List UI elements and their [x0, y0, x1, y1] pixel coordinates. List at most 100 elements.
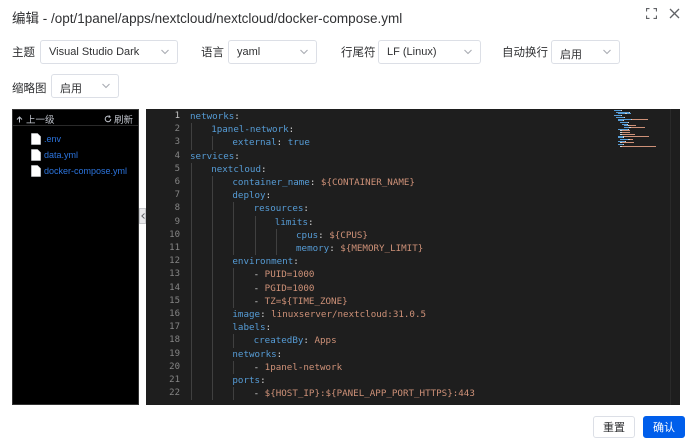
arrow-up-icon [16, 115, 23, 122]
minimap-stroke [632, 118, 648, 120]
editor-scrollbar[interactable] [670, 109, 680, 405]
code-line: image: linuxserver/nextcloud:31.0.5 [232, 308, 426, 321]
indent-guide [191, 321, 192, 335]
indent-guide [212, 321, 214, 335]
theme-value: Visual Studio Dark [49, 46, 140, 58]
parent-dir-label: 上一级 [26, 115, 55, 126]
theme-select[interactable]: Visual Studio Dark [40, 40, 178, 64]
line-number: 12 [169, 256, 180, 267]
code-token: : [288, 124, 295, 136]
eol-select[interactable]: LF (Linux) [378, 40, 481, 64]
file-icon [31, 133, 41, 145]
indent-guide [191, 162, 192, 176]
minimap-stroke [624, 135, 650, 137]
indent-guide [212, 294, 214, 308]
indent-guide [191, 360, 192, 374]
fullscreen-icon[interactable] [643, 5, 659, 21]
code-token: createdBy [253, 335, 304, 347]
file-name: data.yml [44, 150, 79, 160]
code-editor[interactable]: 1 2 3 4 5 6 7 8 9 10 11 12 13 14 15 16 17 18 19 20 21 22 netw… [146, 109, 680, 405]
file-item[interactable]: .env [31, 132, 61, 146]
confirm-button[interactable]: 确认 [643, 416, 685, 438]
code-line: labels: [232, 321, 271, 334]
indent-guide [275, 242, 277, 256]
indent-guide [275, 228, 277, 242]
refresh-button[interactable]: 刷新 [104, 112, 133, 126]
line-number-gutter: 1 2 3 4 5 6 7 8 9 10 11 12 13 14 15 16 17 18 19 20 21 22 [146, 109, 182, 405]
code-line: limits: [275, 216, 314, 229]
code-line: cpus: ${CPUS} [296, 229, 368, 242]
code-token: 1panel-network [211, 124, 289, 136]
file-name: .env [44, 134, 62, 144]
code-token: : [234, 111, 240, 122]
code-token: : [329, 243, 341, 254]
code-token: linuxserver/nextcloud:31.0.5 [271, 309, 427, 320]
line-number: 22 [169, 388, 180, 399]
code-area[interactable]: networks: 1panel-network: external: true se… [190, 109, 610, 405]
code-token: ${CONTAINER_NAME} [320, 177, 415, 188]
line-number: 16 [169, 309, 180, 319]
parent-dir-button[interactable]: 上一级 [16, 112, 55, 126]
reset-button[interactable]: 重置 [593, 416, 635, 438]
refresh-icon [104, 115, 112, 123]
code-token: cpus [296, 229, 319, 241]
code-token: : [260, 309, 272, 320]
wrap-label: 自动换行 [502, 47, 548, 59]
indent-guide [212, 255, 214, 269]
code-token: networks [232, 348, 277, 360]
code-token: TZ=${TIME_ZONE} [264, 295, 348, 307]
indent-guide [191, 387, 192, 401]
code-token: : [309, 177, 321, 188]
indent-guide [254, 215, 256, 229]
minimap-select[interactable]: 启用 [51, 74, 119, 98]
indent-guide [233, 268, 235, 282]
indent-guide [191, 215, 192, 229]
code-token: : [318, 229, 330, 241]
eol-value: LF (Linux) [387, 46, 437, 58]
line-number: 20 [169, 361, 180, 372]
indent-guide [191, 202, 192, 216]
code-token: : [234, 150, 240, 162]
line-number: 9 [174, 216, 180, 227]
language-select[interactable]: yaml [228, 40, 317, 64]
close-icon[interactable] [666, 5, 682, 21]
code-line: - 1panel-network [254, 361, 343, 374]
code-token: : [265, 322, 272, 334]
code-line: environment: [232, 255, 298, 268]
code-line: memory: ${MEMORY_LIMIT} [296, 242, 423, 255]
line-number: 18 [169, 335, 180, 346]
code-token: : [308, 216, 314, 228]
code-token: : [303, 203, 309, 215]
minimap-stroke [627, 113, 631, 115]
file-item[interactable]: docker-compose.yml [31, 164, 127, 178]
indent-guide [212, 360, 214, 374]
line-number: 10 [169, 229, 180, 240]
file-item[interactable]: data.yml [31, 148, 78, 162]
minimap-stroke [629, 138, 634, 140]
minimap[interactable] [614, 109, 672, 149]
chevron-down-icon [102, 83, 110, 89]
file-tree: 上一级 刷新 .env data.yml docker-compose.yml [12, 109, 139, 405]
code-token: ${CPUS} [329, 229, 368, 241]
line-number: 5 [174, 163, 180, 174]
collapse-tree-button[interactable] [139, 208, 146, 224]
indent-guide [212, 308, 214, 322]
wrap-select[interactable]: 启用 [551, 40, 620, 64]
code-token: Apps [314, 335, 337, 347]
indent-guide [191, 294, 192, 308]
code-line: networks: [190, 110, 240, 123]
line-number: 3 [174, 137, 180, 148]
code-token: networks [190, 111, 235, 122]
indent-guide [233, 281, 235, 295]
indent-guide [191, 308, 192, 322]
code-token: - [253, 295, 265, 307]
code-line: networks: [232, 348, 282, 361]
code-token: true [287, 137, 310, 149]
code-token: ${HOST_IP}:${PANEL_APP_PORT_HTTPS}:443 [264, 388, 475, 400]
code-token: deploy [232, 190, 266, 202]
code-line: resources: [254, 202, 309, 215]
code-line: - TZ=${TIME_ZONE} [254, 295, 348, 308]
file-name: docker-compose.yml [44, 166, 128, 176]
line-number: 15 [169, 295, 180, 306]
code-token: PGID=1000 [264, 282, 315, 294]
